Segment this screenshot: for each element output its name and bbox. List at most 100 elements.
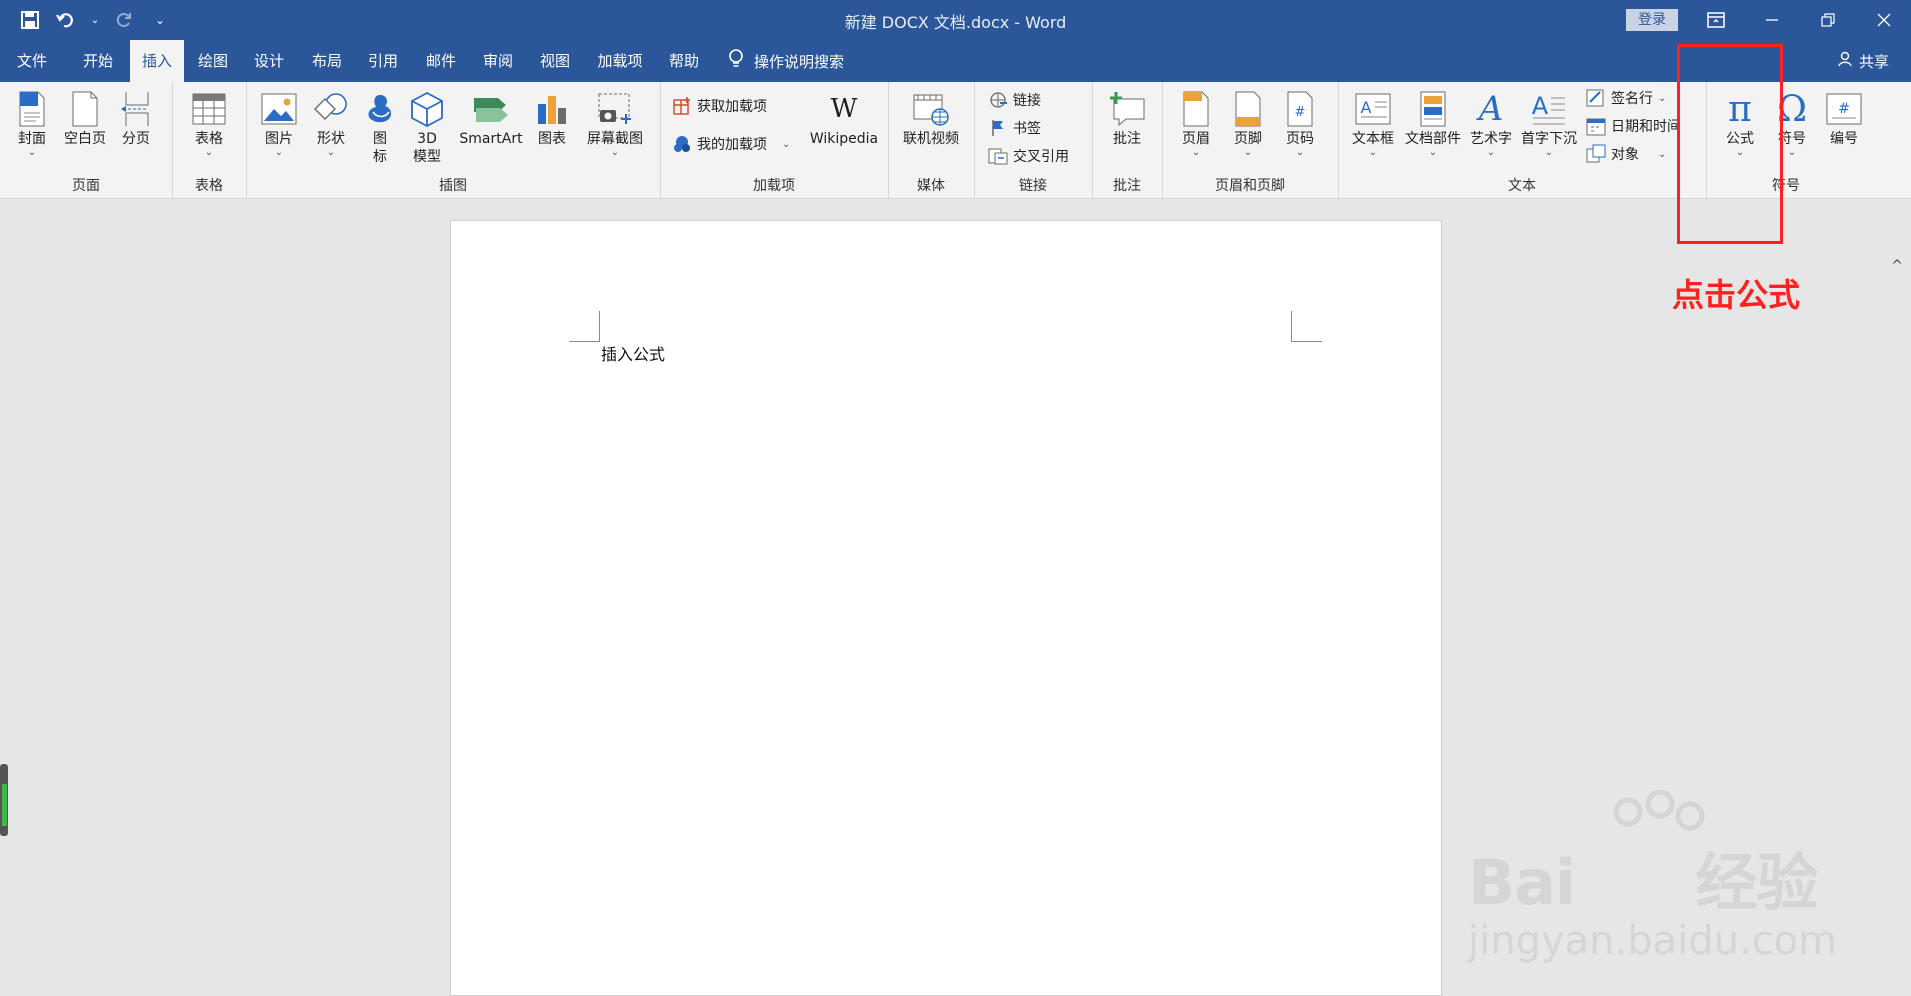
tab-view[interactable]: 视图 [530, 40, 580, 82]
header-button[interactable]: 页眉 ⌄ [1174, 88, 1218, 158]
get-addins-button[interactable]: 获取加载项 [672, 96, 767, 116]
group-media-label: 媒体 [917, 178, 945, 194]
get-addins-label: 获取加载项 [697, 99, 767, 115]
quick-parts-label: 文档部件 [1405, 131, 1461, 147]
footer-button[interactable]: 页脚 ⌄ [1226, 88, 1270, 158]
tell-me-search[interactable]: 操作说明搜索 [728, 40, 844, 82]
group-pages-label: 页面 [72, 178, 100, 194]
calendar-icon [1586, 116, 1606, 136]
watermark-brand: Bai 经验 [1468, 846, 1818, 919]
window-title: 新建 DOCX 文档.docx - Word [844, 13, 1067, 32]
text-box-button[interactable]: A 文本框 ⌄ [1346, 88, 1400, 158]
icons-button[interactable]: 图 标 [360, 88, 400, 166]
new-comment-label: 批注 [1113, 131, 1141, 147]
cube-icon [406, 88, 448, 130]
group-tables-label: 表格 [195, 178, 223, 194]
screenshot-label: 屏幕截图 [587, 131, 643, 147]
3d-models-label-line1: 3D [417, 131, 437, 147]
tab-references[interactable]: 引用 [358, 40, 408, 82]
date-time-button[interactable]: 日期和时间 [1586, 116, 1681, 136]
tab-layout[interactable]: 布局 [302, 40, 352, 82]
object-icon [1586, 144, 1606, 164]
cross-reference-icon [988, 146, 1008, 166]
tab-addins[interactable]: 加载项 [590, 40, 650, 82]
group-illustrations: 图片 ⌄ 形状 ⌄ 图 标 3D 模型 SmartArt 图表 屏幕截图 ⌄ 插… [246, 82, 661, 198]
ribbon-tabs: 文件 开始 插入 绘图 设计 布局 引用 邮件 审阅 视图 加载项 帮助 操作说… [0, 40, 1911, 82]
drop-cap-icon: A [1528, 88, 1570, 130]
number-button[interactable]: # 编号 [1820, 88, 1868, 148]
cover-page-button[interactable]: 封面 ⌄ [10, 88, 54, 158]
wikipedia-button[interactable]: W Wikipedia [804, 88, 884, 148]
online-video-label: 联机视频 [903, 131, 959, 147]
tab-insert[interactable]: 插入 [130, 40, 184, 82]
link-button[interactable]: 链接 [988, 90, 1041, 110]
group-addins-label: 加载项 [753, 178, 795, 194]
page-break-button[interactable]: 分页 [114, 88, 158, 148]
share-label: 共享 [1858, 52, 1889, 71]
header-icon [1175, 88, 1217, 130]
document-page[interactable]: 插入公式 [450, 220, 1442, 996]
table-button[interactable]: 表格 ⌄ [184, 88, 234, 158]
share-button[interactable]: 共享 [1837, 40, 1889, 82]
group-media: 联机视频 媒体 [888, 82, 975, 198]
quick-parts-button[interactable]: 文档部件 ⌄ [1402, 88, 1464, 158]
ribbon-display-options-icon[interactable] [1688, 0, 1744, 40]
tab-draw[interactable]: 绘图 [188, 40, 238, 82]
restore-icon[interactable] [1800, 0, 1856, 40]
cross-reference-button[interactable]: 交叉引用 [988, 146, 1069, 166]
signature-line-button[interactable]: 签名行 ⌄ [1586, 88, 1666, 108]
footer-label: 页脚 [1234, 131, 1262, 147]
my-addins-label: 我的加载项 [697, 137, 767, 153]
watermark-url: jingyan.baidu.com [1468, 918, 1838, 964]
collapse-ribbon-icon[interactable]: ^ [1891, 258, 1903, 274]
chart-button[interactable]: 图表 [530, 88, 574, 148]
group-links-label: 链接 [1019, 178, 1047, 194]
crop-mark-left [569, 311, 600, 342]
smartart-button[interactable]: SmartArt [456, 88, 526, 148]
shapes-button[interactable]: 形状 ⌄ [306, 88, 356, 158]
quick-parts-icon [1412, 88, 1454, 130]
group-pages: 封面 ⌄ 空白页 分页 页面 [0, 82, 173, 198]
icons-label-line1: 图 [373, 131, 387, 147]
blank-page-button[interactable]: 空白页 [60, 88, 110, 148]
tab-help[interactable]: 帮助 [658, 40, 710, 82]
tab-file[interactable]: 文件 [6, 40, 58, 82]
new-comment-button[interactable]: 批注 [1102, 88, 1152, 148]
minimize-icon[interactable] [1744, 0, 1800, 40]
my-addins-button[interactable]: 我的加载项 ⌄ [672, 134, 790, 154]
svg-text:#: # [1295, 105, 1306, 120]
tab-design[interactable]: 设计 [244, 40, 294, 82]
wikipedia-label: Wikipedia [809, 131, 879, 147]
picture-button[interactable]: 图片 ⌄ [254, 88, 304, 158]
group-links: 链接 书签 交叉引用 链接 [974, 82, 1093, 198]
object-button[interactable]: 对象 ⌄ [1586, 144, 1666, 164]
link-label: 链接 [1013, 93, 1041, 109]
chart-label: 图表 [538, 131, 566, 147]
wordart-button[interactable]: A 艺术字 ⌄ [1466, 88, 1516, 158]
picture-label: 图片 [265, 131, 293, 147]
login-button[interactable]: 登录 [1626, 9, 1678, 31]
wikipedia-icon: W [830, 94, 858, 124]
group-comments: 批注 批注 [1092, 82, 1163, 198]
tab-mailings[interactable]: 邮件 [416, 40, 466, 82]
bookmark-button[interactable]: 书签 [988, 118, 1041, 138]
drop-cap-button[interactable]: A 首字下沉 ⌄ [1518, 88, 1580, 158]
tab-review[interactable]: 审阅 [472, 40, 524, 82]
page-number-label: 页码 [1286, 131, 1314, 147]
tab-home[interactable]: 开始 [72, 40, 124, 82]
smartart-label: SmartArt [459, 131, 523, 147]
page-number-button[interactable]: # 页码 ⌄ [1278, 88, 1322, 158]
ribbon: 封面 ⌄ 空白页 分页 页面 表格 ⌄ 表格 图片 ⌄ 形状 ⌄ 图 标 3D … [0, 82, 1911, 274]
group-tables: 表格 ⌄ 表格 [172, 82, 247, 198]
3d-models-button[interactable]: 3D 模型 [406, 88, 448, 166]
drop-cap-label: 首字下沉 [1521, 131, 1577, 147]
group-text: A 文本框 ⌄ 文档部件 ⌄ A 艺术字 ⌄ A 首字下沉 ⌄ 签名行 ⌄ 日期… [1338, 82, 1707, 198]
document-text[interactable]: 插入公式 [601, 341, 665, 365]
screenshot-button[interactable]: 屏幕截图 ⌄ [580, 88, 650, 158]
online-video-button[interactable]: 联机视频 [896, 88, 966, 148]
link-icon [988, 90, 1008, 110]
smartart-icon [470, 88, 512, 130]
close-icon[interactable] [1856, 0, 1911, 40]
shapes-label: 形状 [317, 131, 345, 147]
wordart-icon: A [1478, 89, 1504, 129]
